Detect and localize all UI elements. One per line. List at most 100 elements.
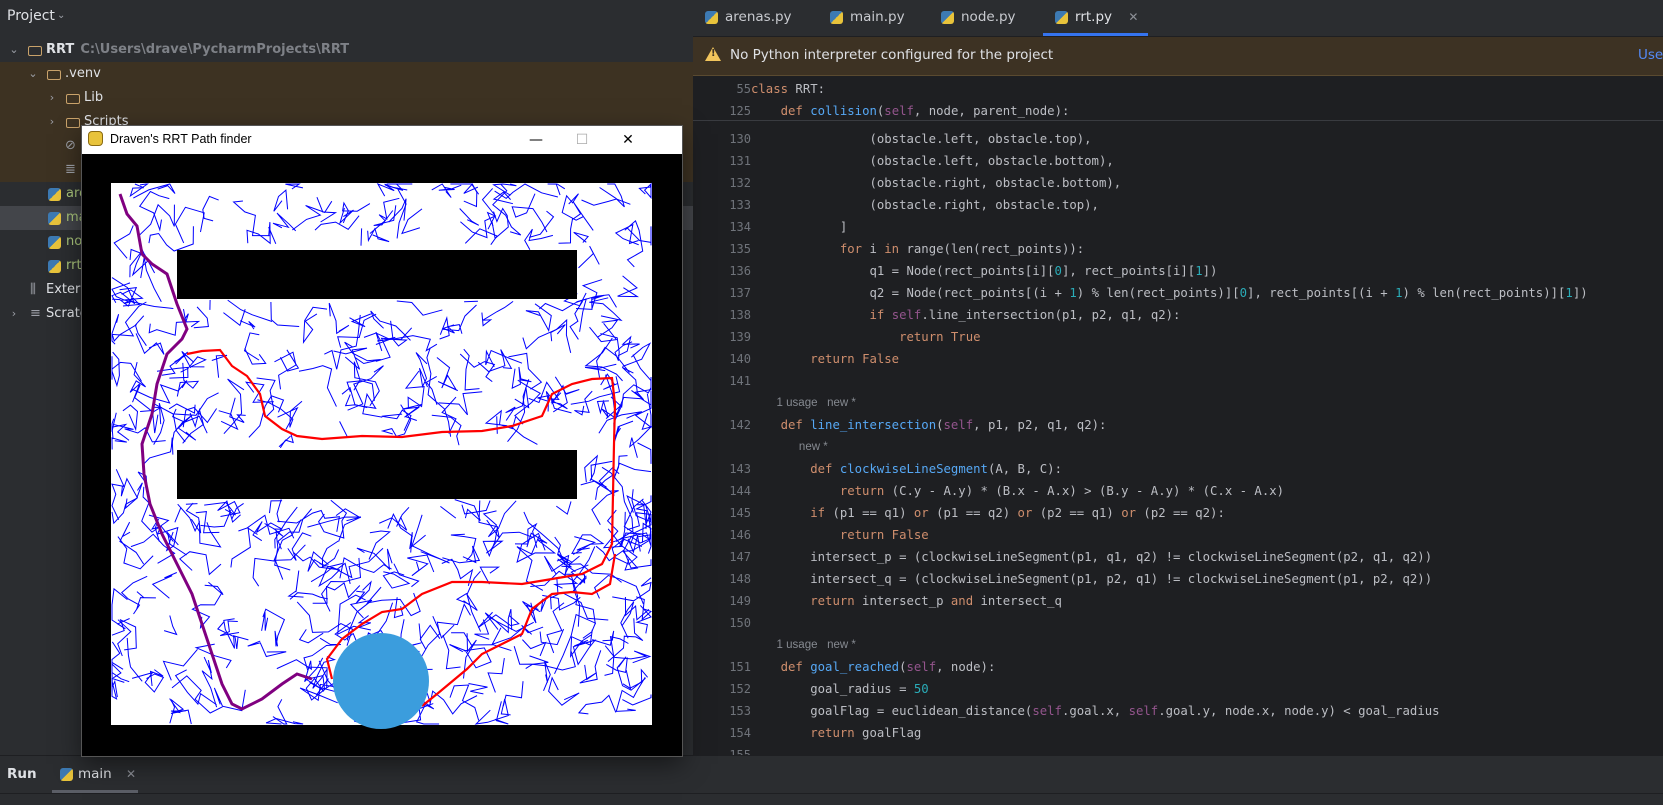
code-line[interactable]: 155: [693, 744, 1663, 755]
line-number: 146: [693, 524, 751, 546]
line-number: 140: [693, 348, 751, 370]
line-number: 138: [693, 304, 751, 326]
code-line[interactable]: 131 (obstacle.left, obstacle.bottom),: [693, 150, 1663, 172]
code-line[interactable]: 130 (obstacle.left, obstacle.top),: [693, 128, 1663, 150]
goal-region: [333, 633, 429, 729]
run-panel-title[interactable]: Run: [7, 766, 37, 782]
line-number: 153: [693, 700, 751, 722]
code-line[interactable]: 141: [693, 370, 1663, 392]
project-panel-title[interactable]: Project: [7, 8, 55, 24]
code-line[interactable]: 149 return intersect_p and intersect_q: [693, 590, 1663, 612]
tree-root-path: C:\Users\drave\PycharmProjects\RRT: [80, 42, 349, 57]
run-tab-main[interactable]: main ✕: [60, 766, 136, 782]
code-line[interactable]: 134 ]: [693, 216, 1663, 238]
interpreter-warning-banner: No Python interpreter configured for the…: [693, 37, 1663, 76]
tree-item-venv[interactable]: ⌄ .venv: [0, 62, 693, 86]
code-line[interactable]: 136 q1 = Node(rect_points[i][0], rect_po…: [693, 260, 1663, 282]
tab-node[interactable]: node.py: [941, 0, 1016, 36]
code-text: class RRT:: [751, 78, 825, 100]
code-text: return False: [751, 348, 899, 370]
line-number: 148: [693, 568, 751, 590]
code-line[interactable]: 145 if (p1 == q1) or (p1 == q2) or (p2 =…: [693, 502, 1663, 524]
use-interpreter-link[interactable]: Use: [1638, 47, 1663, 63]
editor-area: arenas.py main.py node.py rrt.py ✕ No Py…: [693, 0, 1663, 755]
code-line[interactable]: 132 (obstacle.right, obstacle.bottom),: [693, 172, 1663, 194]
rrt-canvas[interactable]: [82, 154, 682, 756]
tab-arenas[interactable]: arenas.py: [705, 0, 792, 36]
chevron-right-icon[interactable]: ›: [46, 86, 58, 110]
code-line[interactable]: 147 intersect_p = (clockwiseLineSegment(…: [693, 546, 1663, 568]
code-line[interactable]: 152 goal_radius = 50: [693, 678, 1663, 700]
tree-item-lib[interactable]: › Lib: [0, 86, 693, 110]
tab-main[interactable]: main.py: [830, 0, 905, 36]
line-number: 145: [693, 502, 751, 524]
rrt-game-window[interactable]: Draven's RRT Path finder — ☐ ✕: [82, 126, 682, 756]
code-line[interactable]: 153 goalFlag = euclidean_distance(self.g…: [693, 700, 1663, 722]
code-line[interactable]: 135 for i in range(len(rect_points)):: [693, 238, 1663, 260]
chevron-down-icon[interactable]: ⌄: [57, 10, 65, 21]
chevron-right-icon[interactable]: ›: [8, 302, 20, 326]
code-line[interactable]: 154 return goalFlag: [693, 722, 1663, 744]
line-number: 144: [693, 480, 751, 502]
close-icon[interactable]: ✕: [1128, 10, 1138, 24]
code-line[interactable]: 143 def clockwiseLineSegment(A, B, C):: [693, 458, 1663, 480]
folder-icon: [66, 118, 80, 128]
code-vision-hint[interactable]: 1 usage new *: [693, 634, 1663, 656]
minimize-button[interactable]: —: [513, 126, 559, 154]
python-file-icon: [48, 260, 61, 273]
line-number: 152: [693, 678, 751, 700]
tab-rrt[interactable]: rrt.py ✕: [1055, 0, 1138, 36]
code-vision-hint[interactable]: 1 usage new *: [693, 392, 1663, 414]
rrt-arena-svg: [82, 154, 682, 756]
tab-label: node.py: [961, 9, 1016, 25]
sticky-code-line[interactable]: 125 def collision(self, node, parent_nod…: [693, 100, 1663, 122]
close-button[interactable]: ✕: [605, 126, 651, 154]
code-text: intersect_q = (clockwiseLineSegment(p1, …: [751, 568, 1432, 590]
code-text: (obstacle.right, obstacle.top),: [751, 194, 1099, 216]
chevron-right-icon[interactable]: ›: [46, 110, 58, 134]
tab-label: main.py: [850, 9, 905, 25]
code-line[interactable]: 138 if self.line_intersection(p1, p2, q1…: [693, 304, 1663, 326]
code-line[interactable]: 140 return False: [693, 348, 1663, 370]
code-line[interactable]: 151 def goal_reached(self, node):: [693, 656, 1663, 678]
folder-icon: [28, 46, 42, 56]
usage-hint-text: 1 usage new *: [751, 392, 856, 414]
code-text: goalFlag = euclidean_distance(self.goal.…: [751, 700, 1440, 722]
code-line[interactable]: 133 (obstacle.right, obstacle.top),: [693, 194, 1663, 216]
tree-lib-label: Lib: [84, 86, 103, 110]
chevron-down-icon[interactable]: ⌄: [27, 62, 39, 86]
line-number: 133: [693, 194, 751, 216]
code-line[interactable]: 139 return True: [693, 326, 1663, 348]
game-title-bar[interactable]: Draven's RRT Path finder — ☐ ✕: [82, 126, 682, 154]
python-file-icon: [830, 11, 843, 24]
line-number: 131: [693, 150, 751, 172]
python-file-icon: [941, 11, 954, 24]
line-number: 134: [693, 216, 751, 238]
maximize-button[interactable]: ☐: [559, 126, 605, 154]
sticky-code-line[interactable]: 55class RRT:: [693, 78, 1663, 100]
close-icon[interactable]: ✕: [126, 767, 136, 781]
line-number: 143: [693, 458, 751, 480]
python-file-icon: [48, 212, 61, 225]
game-window-title: Draven's RRT Path finder: [110, 132, 252, 146]
code-line[interactable]: 146 return False: [693, 524, 1663, 546]
line-number: 151: [693, 656, 751, 678]
code-line[interactable]: 150: [693, 612, 1663, 634]
tree-item-root[interactable]: ⌄ RRT C:\Users\drave\PycharmProjects\RRT: [0, 38, 693, 62]
code-text: def collision(self, node, parent_node):: [751, 100, 1069, 122]
code-line[interactable]: 137 q2 = Node(rect_points[(i + 1) % len(…: [693, 282, 1663, 304]
folder-icon: [66, 94, 80, 104]
code-line[interactable]: 142 def line_intersection(self, p1, p2, …: [693, 414, 1663, 436]
tree-root-label: RRT: [46, 42, 74, 57]
code-line[interactable]: 148 intersect_q = (clockwiseLineSegment(…: [693, 568, 1663, 590]
line-number: 125: [693, 100, 751, 122]
chevron-down-icon[interactable]: ⌄: [8, 38, 20, 62]
code-text: if self.line_intersection(p1, p2, q1, q2…: [751, 304, 1180, 326]
code-text: ]: [751, 216, 847, 238]
line-number: 149: [693, 590, 751, 612]
code-line[interactable]: 144 return (C.y - A.y) * (B.x - A.x) > (…: [693, 480, 1663, 502]
code-vision-hint[interactable]: new *: [693, 436, 1663, 458]
ignore-icon: ⊘: [65, 134, 76, 158]
folder-icon: [47, 70, 61, 80]
run-tool-window: Run main ✕: [0, 755, 1663, 794]
